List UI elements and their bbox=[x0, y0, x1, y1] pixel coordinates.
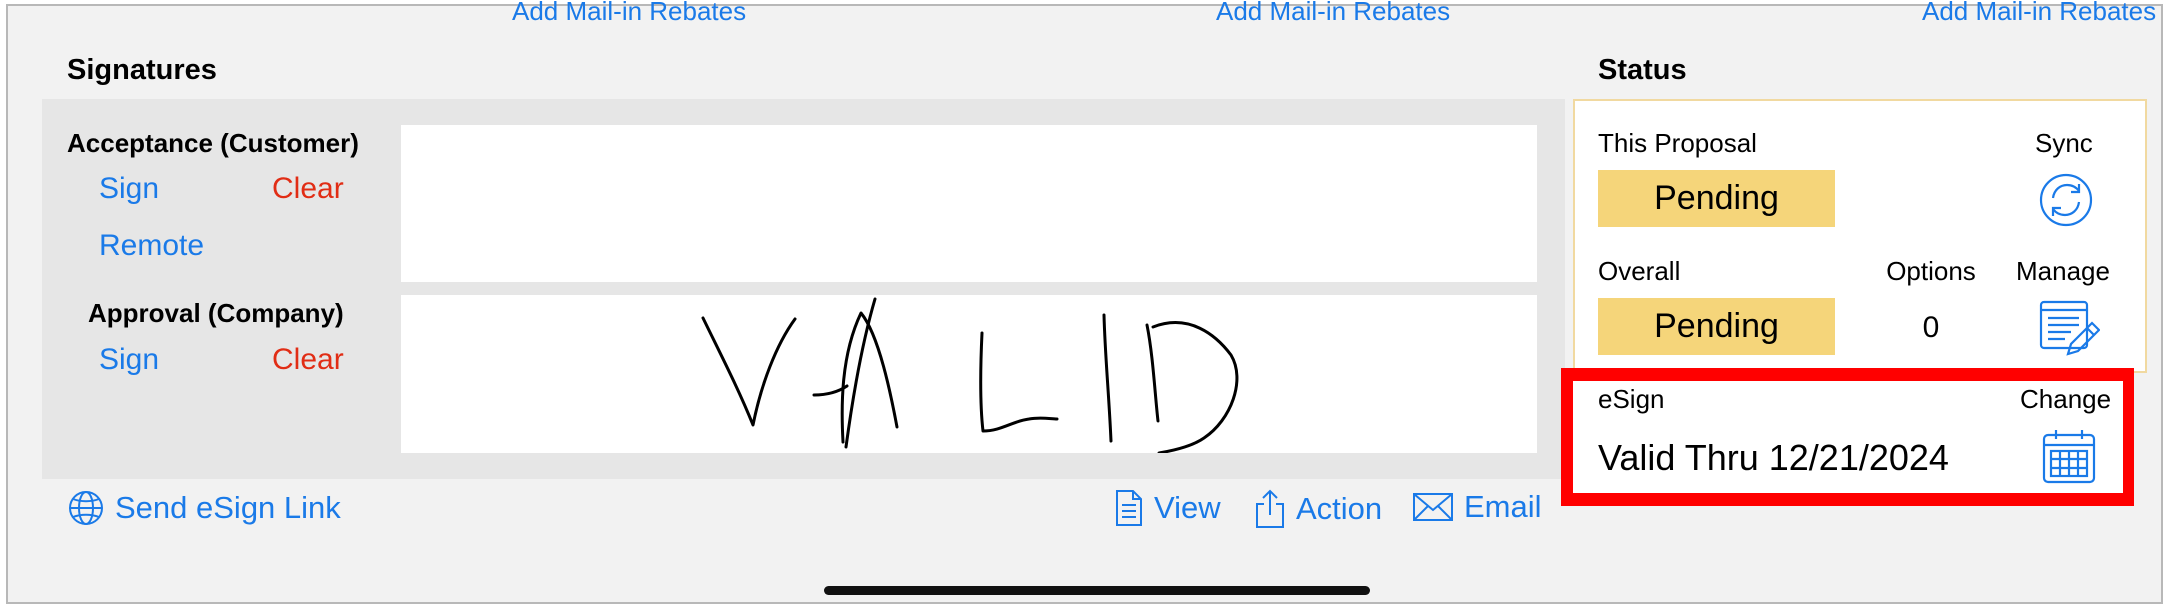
manage-button[interactable] bbox=[2038, 298, 2101, 365]
overall-label: Overall bbox=[1598, 256, 1681, 286]
options-count: 0 bbox=[1922, 311, 1940, 344]
this-proposal-status-badge: Pending bbox=[1598, 170, 1835, 227]
this-proposal-status-value: Pending bbox=[1654, 179, 1779, 217]
overall-status-badge: Pending bbox=[1598, 298, 1835, 355]
approval-sign-button[interactable]: Sign bbox=[99, 343, 159, 377]
sync-icon bbox=[2039, 173, 2093, 227]
change-label: Change bbox=[2020, 384, 2112, 414]
acceptance-sign-button[interactable]: Sign bbox=[99, 172, 159, 206]
handwritten-signature bbox=[701, 297, 1239, 455]
add-mail-in-rebates-link-1[interactable]: Add Mail-in Rebates bbox=[512, 0, 746, 27]
share-icon bbox=[1256, 489, 1284, 528]
status-title: Status bbox=[1598, 54, 1687, 86]
acceptance-signature-box[interactable] bbox=[401, 125, 1537, 282]
overall-status-value: Pending bbox=[1654, 307, 1779, 345]
approval-clear-button[interactable]: Clear bbox=[272, 343, 344, 377]
sync-button[interactable] bbox=[2038, 172, 2094, 233]
approval-signature-box[interactable] bbox=[401, 295, 1537, 455]
home-indicator[interactable] bbox=[824, 586, 1370, 595]
add-mail-in-rebates-link-2[interactable]: Add Mail-in Rebates bbox=[1216, 0, 1450, 27]
calendar-icon bbox=[2042, 430, 2096, 484]
email-button[interactable]: Email bbox=[1412, 489, 1542, 525]
sync-label: Sync bbox=[2035, 128, 2093, 158]
view-label: View bbox=[1154, 490, 1221, 525]
action-button[interactable]: Action bbox=[1254, 489, 1382, 529]
envelope-icon bbox=[1413, 493, 1453, 521]
change-esign-date-button[interactable] bbox=[2041, 427, 2097, 490]
document-icon bbox=[1116, 490, 1142, 526]
this-proposal-label: This Proposal bbox=[1598, 128, 1757, 158]
send-esign-link-label: Send eSign Link bbox=[115, 490, 341, 525]
approval-label: Approval (Company) bbox=[88, 298, 344, 328]
view-button[interactable]: View bbox=[1114, 489, 1221, 527]
proposal-frame: Add Mail-in Rebates Add Mail-in Rebates … bbox=[6, 0, 2163, 604]
signatures-title: Signatures bbox=[67, 54, 217, 86]
acceptance-clear-button[interactable]: Clear bbox=[272, 172, 344, 206]
send-esign-link-button[interactable]: Send eSign Link bbox=[67, 489, 341, 527]
manage-list-icon bbox=[2039, 300, 2101, 356]
globe-icon bbox=[69, 491, 103, 525]
acceptance-remote-button[interactable]: Remote bbox=[99, 229, 204, 263]
esign-valid-thru: Valid Thru 12/21/2024 bbox=[1598, 437, 1949, 478]
acceptance-label: Acceptance (Customer) bbox=[67, 128, 359, 158]
manage-label: Manage bbox=[2016, 256, 2110, 286]
esign-label: eSign bbox=[1598, 384, 1665, 414]
add-mail-in-rebates-link-3[interactable]: Add Mail-in Rebates bbox=[1922, 0, 2156, 27]
action-label: Action bbox=[1296, 491, 1383, 526]
email-label: Email bbox=[1464, 489, 1542, 524]
options-label: Options bbox=[1886, 256, 1976, 286]
